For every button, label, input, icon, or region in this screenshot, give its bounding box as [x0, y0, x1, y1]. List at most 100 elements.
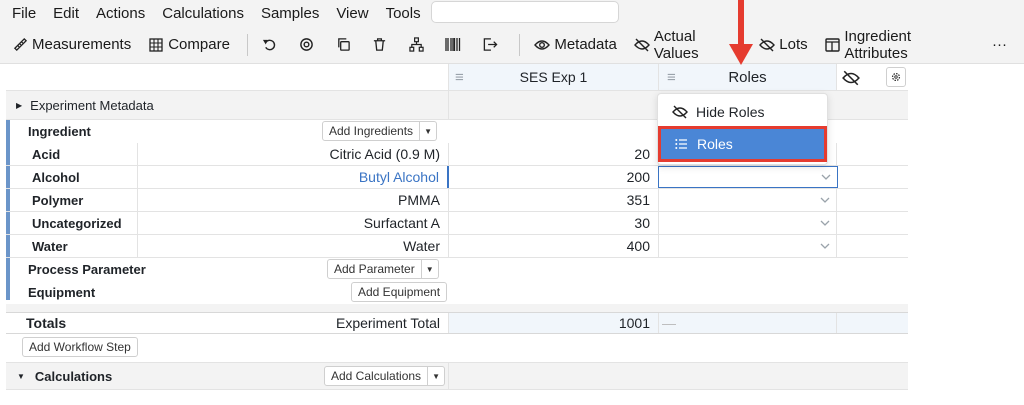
add-calculations-caret-icon[interactable]: ▼ [428, 366, 446, 386]
ingredient-name[interactable]: Butyl Alcohol [138, 166, 449, 188]
caret-down-icon[interactable]: ▼ [17, 372, 25, 381]
header-blank [6, 64, 449, 90]
undo-icon[interactable] [262, 37, 278, 53]
ingredient-category: Alcohol [32, 166, 138, 188]
ingredient-name[interactable]: Water [138, 235, 449, 257]
add-workflow-step-button[interactable]: Add Workflow Step [22, 337, 138, 357]
hide-roles-label: Hide Roles [696, 104, 765, 120]
settings-gear-icon[interactable] [886, 67, 906, 87]
ruler-icon [12, 37, 28, 53]
metadata-button[interactable]: Metadata [534, 36, 617, 53]
menu-calculations[interactable]: Calculations [162, 5, 244, 22]
calculations-row: ▼ Calculations Add Calculations ▼ [6, 362, 908, 390]
roles-column-title: Roles [728, 68, 767, 86]
ingredient-category: Water [32, 235, 138, 257]
export-icon[interactable] [482, 37, 498, 53]
more-options-button[interactable]: ··· [992, 36, 1007, 53]
measurements-label: Measurements [32, 36, 132, 53]
add-parameter-caret-icon[interactable]: ▼ [421, 259, 439, 279]
actual-values-button[interactable]: Actual Values [633, 28, 742, 62]
caret-right-icon[interactable]: ▶ [16, 101, 22, 110]
ingredient-value[interactable]: 351 [449, 189, 659, 211]
table-row: Uncategorized Surfactant A 30 [6, 212, 908, 235]
equipment-label: Equipment [28, 285, 96, 300]
eye-off-icon [633, 37, 650, 53]
role-select[interactable] [659, 212, 837, 234]
ingredient-value[interactable]: 30 [449, 212, 659, 234]
add-calculations-button[interactable]: Add Calculations [324, 366, 429, 386]
header-row: ≡ SES Exp 1 ≡ Roles [6, 64, 908, 91]
toolbar: Measurements Compare Metadata Actual Val… [0, 26, 1024, 64]
hide-roles-menu-item[interactable]: Hide Roles [658, 97, 827, 127]
role-total-dash: — [659, 313, 837, 333]
compare-label: Compare [168, 36, 230, 53]
menu-edit[interactable]: Edit [53, 5, 79, 22]
columns-icon [825, 37, 841, 53]
roles-label: Roles [697, 136, 733, 152]
list-icon [675, 139, 687, 149]
metadata-label: Metadata [554, 36, 617, 53]
menu-bar: File Edit Actions Calculations Samples V… [0, 0, 1024, 26]
eye-off-icon [759, 37, 776, 53]
add-equipment-button[interactable]: Add Equipment [351, 282, 448, 302]
table-row: Alcohol Butyl Alcohol 200 [6, 166, 908, 189]
compare-button[interactable]: Compare [148, 36, 230, 53]
menu-tools[interactable]: Tools [386, 5, 421, 22]
trash-icon[interactable] [372, 37, 388, 53]
table-row: Water Water 400 [6, 235, 908, 258]
menu-file[interactable]: File [12, 5, 36, 22]
menu-samples[interactable]: Samples [261, 5, 319, 22]
drag-handle-icon[interactable]: ≡ [455, 69, 464, 86]
role-select[interactable] [659, 235, 837, 257]
calculations-label: Calculations [34, 368, 113, 384]
role-select[interactable] [658, 166, 838, 188]
ingredient-name[interactable]: Surfactant A [138, 212, 449, 234]
add-parameter-button[interactable]: Add Parameter [327, 259, 422, 279]
column-header-sample[interactable]: ≡ SES Exp 1 [449, 64, 659, 90]
experiment-metadata-cell: ▶ Experiment Metadata [6, 91, 449, 119]
ingredient-attributes-label: Ingredient Attributes [844, 27, 912, 62]
ingredient-name[interactable]: PMMA [138, 189, 449, 211]
add-calculations-control: Add Calculations ▼ [324, 366, 446, 386]
column-header-roles[interactable]: ≡ Roles [659, 64, 837, 90]
equipment-row: Equipment Add Equipment [6, 281, 908, 304]
process-parameter-label: Process Parameter [28, 262, 146, 277]
process-parameter-row: Process Parameter Add Parameter ▼ [6, 258, 908, 281]
drag-handle-icon[interactable]: ≡ [667, 69, 676, 86]
ingredient-category: Polymer [32, 189, 138, 211]
eye-icon [534, 37, 551, 53]
chevron-down-icon [821, 174, 831, 180]
workflow-row: Add Workflow Step [6, 334, 908, 362]
add-ingredients-control: Add Ingredients ▼ [322, 121, 438, 141]
measurements-button[interactable]: Measurements [12, 36, 131, 53]
eye-off-icon[interactable] [842, 70, 860, 89]
target-icon[interactable] [299, 37, 315, 53]
header-tools [837, 64, 908, 90]
lots-button[interactable]: Lots [759, 36, 808, 53]
hierarchy-icon[interactable] [409, 37, 425, 53]
search-input[interactable] [431, 1, 619, 23]
ingredient-value[interactable]: 200 [449, 166, 659, 188]
eye-off-icon [672, 105, 688, 119]
table-icon [148, 37, 164, 53]
lots-label: Lots [779, 36, 808, 53]
menu-actions[interactable]: Actions [96, 5, 145, 22]
ingredient-section-label: Ingredient [28, 124, 91, 139]
role-select[interactable] [659, 189, 837, 211]
roles-menu-item[interactable]: Roles [658, 126, 827, 162]
add-ingredients-caret-icon[interactable]: ▼ [420, 121, 438, 141]
menu-view[interactable]: View [336, 5, 368, 22]
ingredient-value[interactable]: 20 [449, 143, 659, 165]
totals-row: Totals Experiment Total 1001 — [6, 312, 908, 334]
ingredient-name[interactable]: Citric Acid (0.9 M) [138, 143, 449, 165]
ingredient-value[interactable]: 400 [449, 235, 659, 257]
add-ingredients-button[interactable]: Add Ingredients [322, 121, 421, 141]
arrow-down-annotation-icon [729, 0, 753, 65]
experiment-metadata-label: Experiment Metadata [30, 97, 154, 113]
barcode-icon[interactable] [445, 37, 461, 53]
chevron-down-icon [820, 220, 830, 226]
copy-icon[interactable] [335, 37, 351, 53]
ingredient-category: Acid [32, 143, 138, 165]
experiment-total-label: Experiment Total [138, 313, 449, 333]
ingredient-attributes-button[interactable]: Ingredient Attributes [825, 28, 975, 62]
